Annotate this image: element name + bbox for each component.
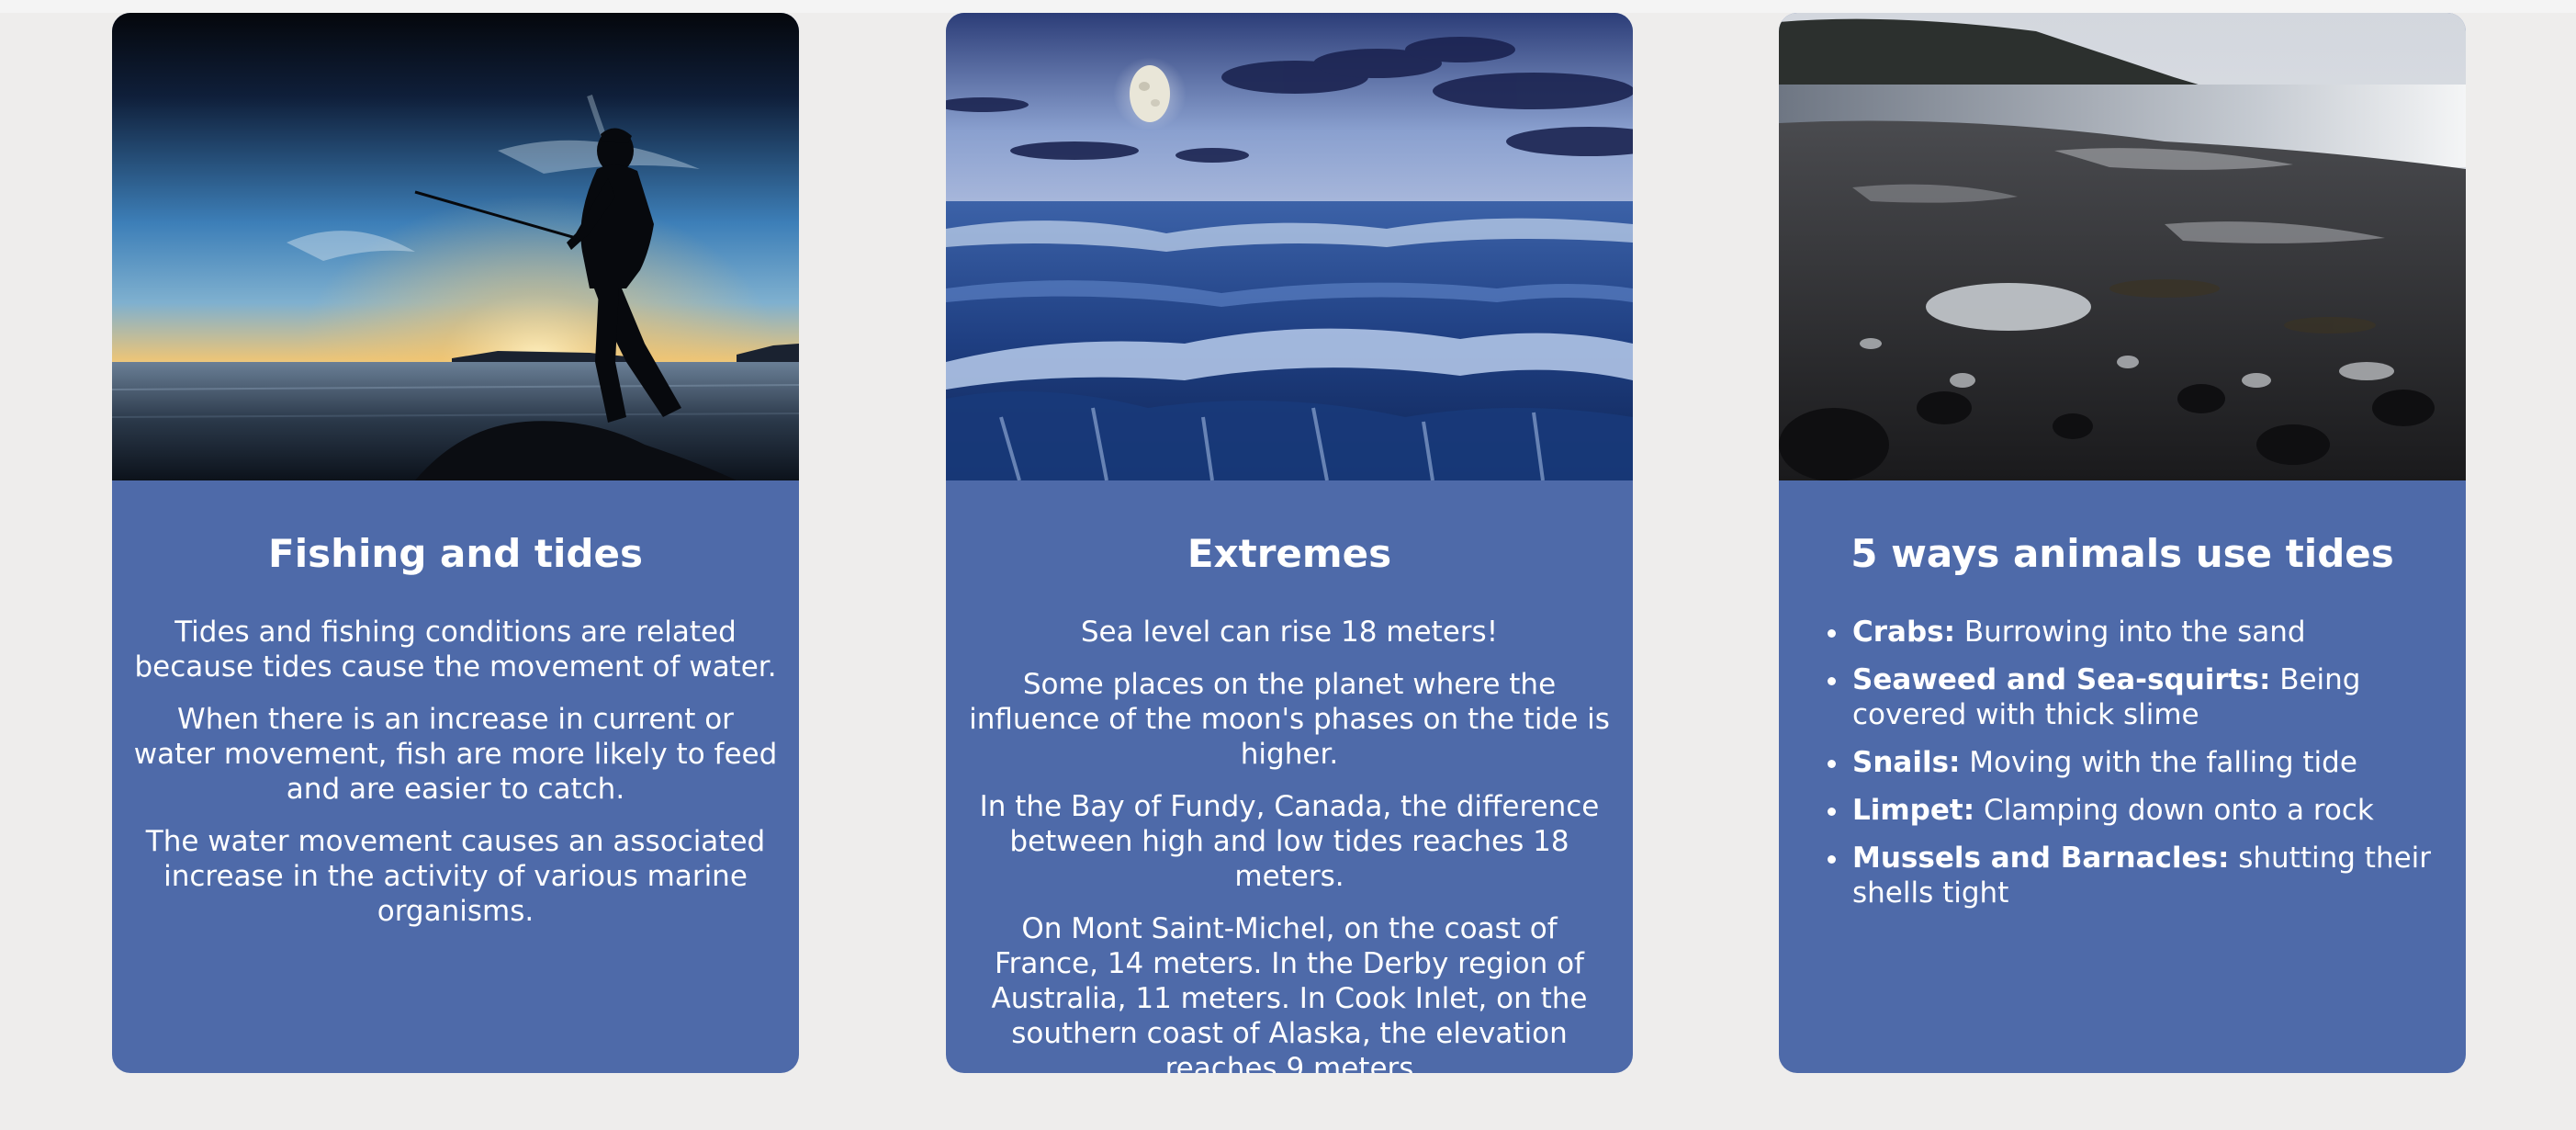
animals-list: Crabs: Burrowing into the sand Seaweed a… [1799,615,2446,910]
list-item: Snails: Moving with the falling tide [1850,745,2446,780]
moonlit-waves-image [946,13,1633,480]
card-animals-use-tides: 5 ways animals use tides Crabs: Burrowin… [1779,13,2466,1073]
list-item-term: Limpet: [1852,794,1975,827]
card-extremes: Extremes Sea level can rise 18 meters! S… [946,13,1633,1073]
card-paragraph: Sea level can rise 18 meters! [1080,616,1499,649]
top-strip [0,0,2576,13]
card-paragraph: When there is an increase in current or … [133,703,778,806]
rocky-shore-image [1779,13,2466,480]
list-item-term: Crabs: [1852,616,1955,649]
list-item-text: Burrowing into the sand [1955,616,2306,649]
list-item: Mussels and Barnacles: shutting their sh… [1850,841,2446,910]
card-paragraph: Tides and fishing conditions are related… [134,616,777,684]
list-item-text: Moving with the falling tide [1960,746,2357,779]
card-paragraph: The water movement causes an associated … [145,825,766,928]
list-item-term: Snails: [1852,746,1961,779]
card-paragraph: In the Bay of Fundy, Canada, the differe… [979,790,1600,893]
card-title: 5 ways animals use tides [1850,531,2394,576]
fisherman-silhouette-image [112,13,799,480]
card-paragraph: On Mont Saint-Michel, on the coast of Fr… [991,912,1588,1073]
list-item: Seaweed and Sea-squirts: Being covered w… [1850,662,2446,732]
card-paragraph: Some places on the planet where the infl… [969,668,1610,771]
list-item: Crabs: Burrowing into the sand [1850,615,2446,650]
list-item-term: Seaweed and Sea-squirts: [1852,663,2271,696]
list-item-term: Mussels and Barnacles: [1852,842,2230,875]
card-fishing-and-tides: Fishing and tides Tides and fishing cond… [112,13,799,1073]
card-title: Fishing and tides [268,531,643,576]
list-item: Limpet: Clamping down onto a rock [1850,793,2446,828]
card-title: Extremes [1187,531,1392,576]
list-item-text: Clamping down onto a rock [1974,794,2374,827]
